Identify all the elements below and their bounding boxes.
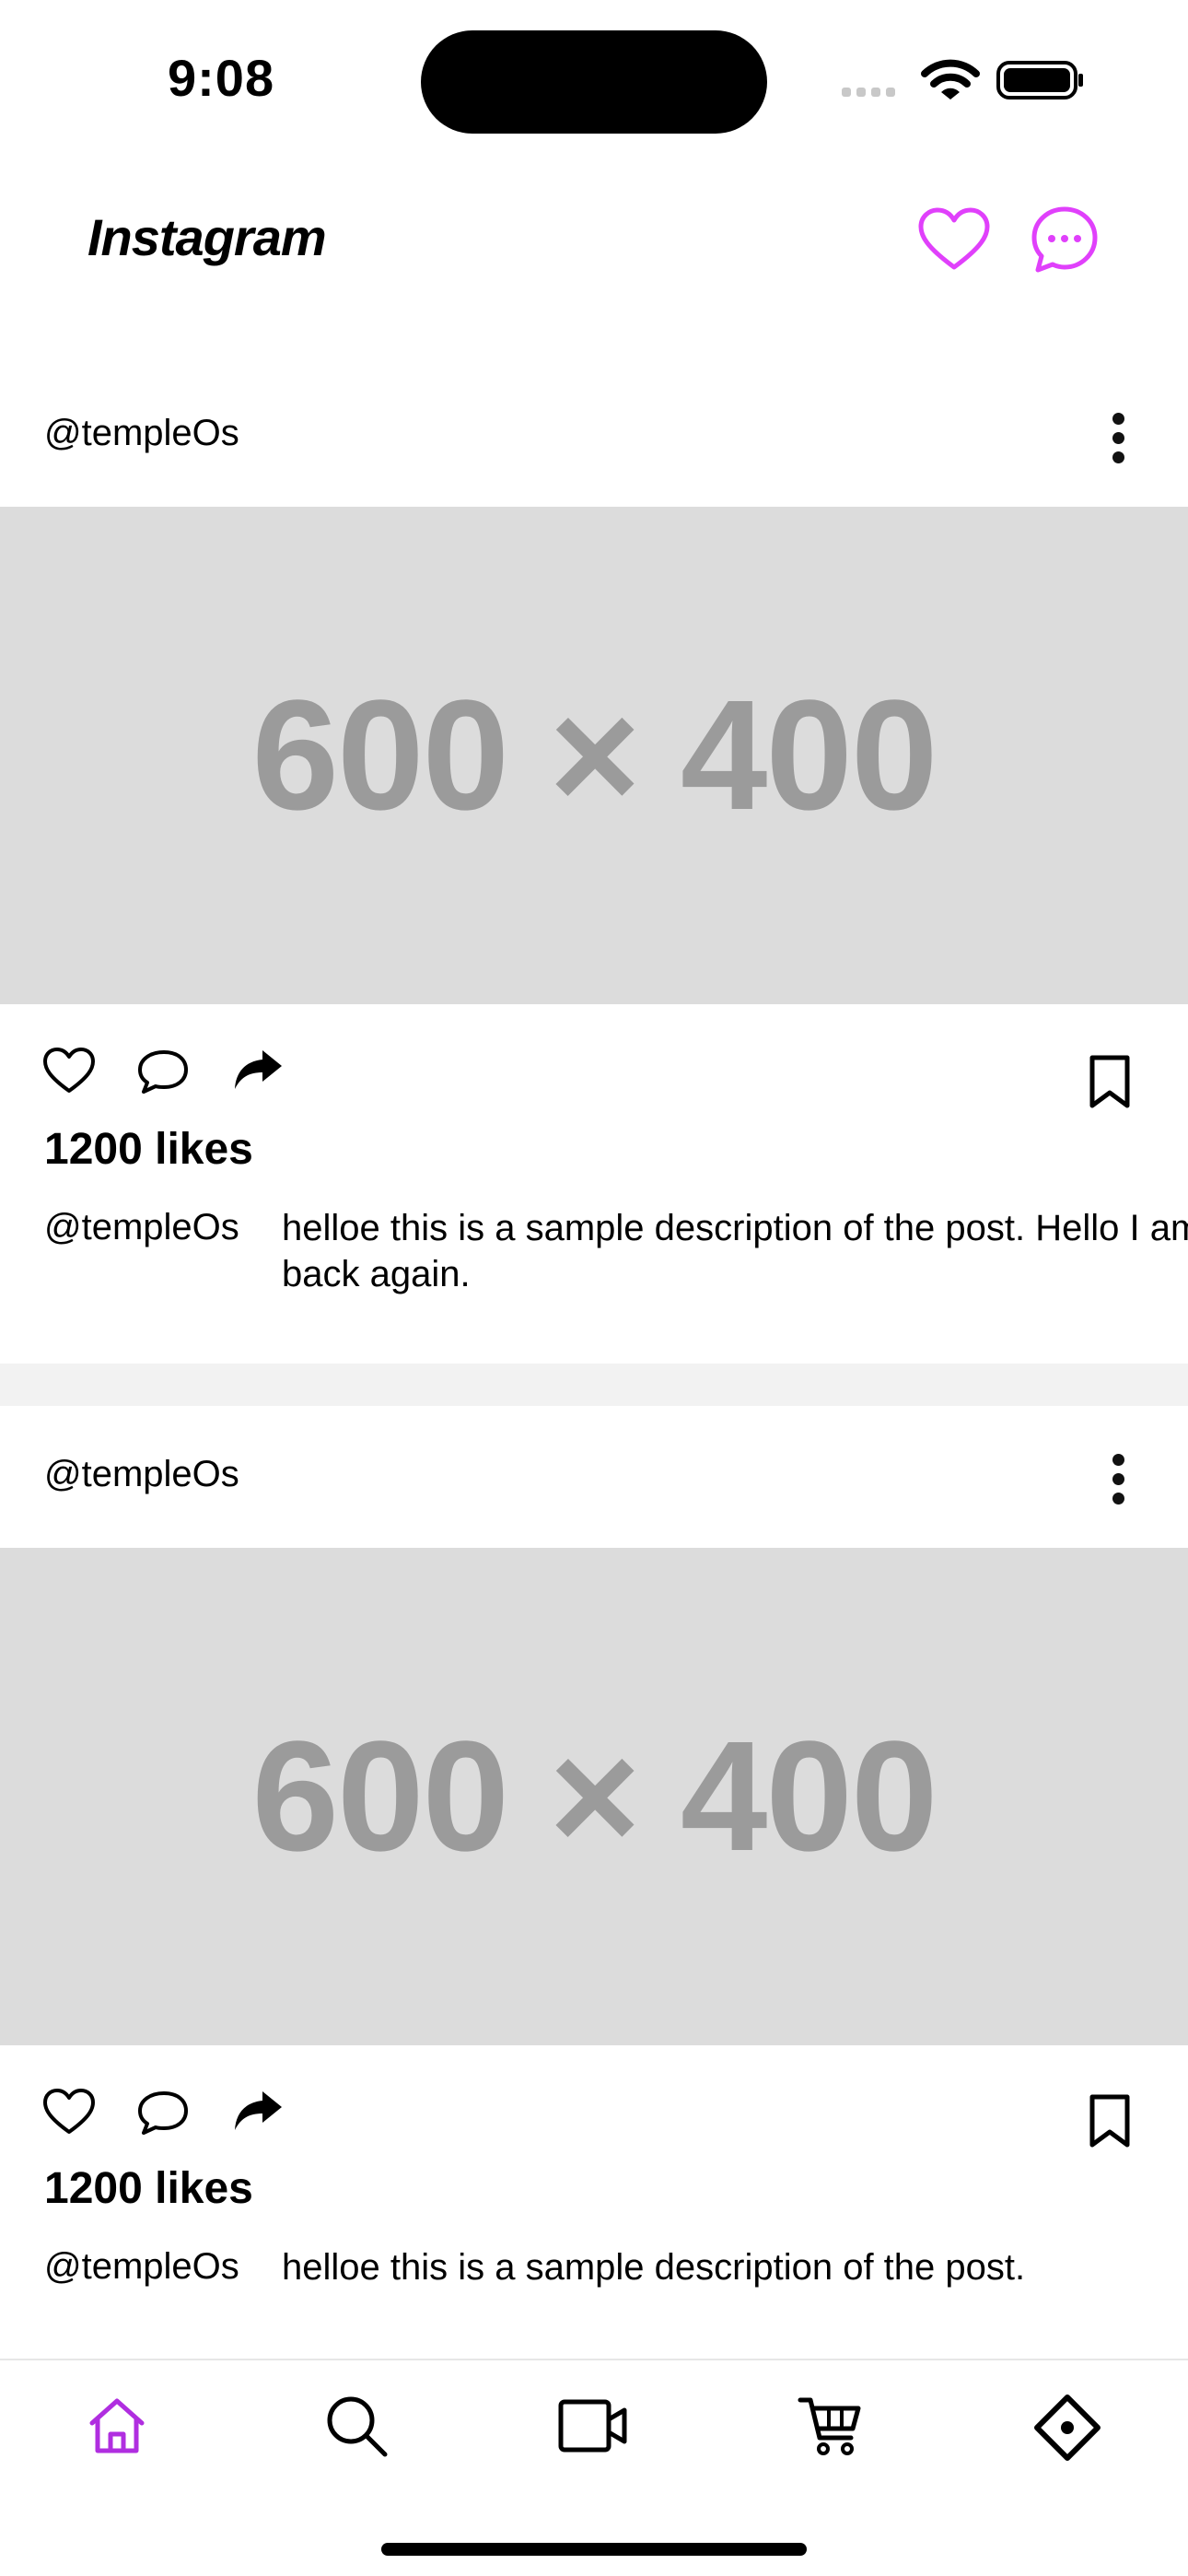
share-arrow-icon[interactable] bbox=[232, 2088, 284, 2134]
image-placeholder-text: 600 × 400 bbox=[251, 668, 938, 843]
search-icon[interactable] bbox=[324, 2394, 389, 2458]
caption-username[interactable]: @templeOs bbox=[44, 1207, 239, 1248]
wifi-icon bbox=[921, 59, 980, 100]
post-username[interactable]: @templeOs bbox=[44, 413, 239, 454]
more-options-icon[interactable] bbox=[1111, 1454, 1125, 1505]
post-divider bbox=[0, 1364, 1188, 1406]
dynamic-island bbox=[421, 30, 767, 134]
like-heart-icon[interactable] bbox=[42, 1047, 96, 1095]
bookmark-icon[interactable] bbox=[1087, 2093, 1133, 2149]
caption-body: helloe this is a sample description of t… bbox=[282, 2247, 1026, 2288]
home-indicator bbox=[381, 2543, 807, 2556]
comment-icon[interactable] bbox=[136, 2090, 190, 2136]
caption-username[interactable]: @templeOs bbox=[44, 2246, 239, 2288]
caption-text: helloe this is a sample description of t… bbox=[282, 2244, 1188, 2290]
cart-icon[interactable] bbox=[798, 2395, 862, 2456]
bottom-nav-border bbox=[0, 2359, 1188, 2360]
messages-chat-icon[interactable] bbox=[1030, 205, 1100, 275]
more-options-icon[interactable] bbox=[1111, 413, 1125, 464]
caption-text: helloe this is a sample description of t… bbox=[282, 1205, 1188, 1297]
home-icon[interactable] bbox=[87, 2395, 147, 2456]
status-time: 9:08 bbox=[168, 49, 275, 107]
notifications-heart-icon[interactable] bbox=[917, 206, 991, 273]
post-username[interactable]: @templeOs bbox=[44, 1454, 239, 1495]
bookmark-icon[interactable] bbox=[1087, 1054, 1133, 1109]
likes-count: 1200 likes bbox=[44, 2164, 253, 2213]
post-image: 600 × 400 bbox=[0, 507, 1188, 1004]
share-arrow-icon[interactable] bbox=[232, 1047, 284, 1093]
caption-body: helloe this is a sample description of t… bbox=[282, 1208, 1188, 1294]
app-title: Instagram bbox=[87, 208, 327, 266]
like-heart-icon[interactable] bbox=[42, 2088, 96, 2136]
video-icon[interactable] bbox=[558, 2399, 628, 2453]
signal-icon bbox=[842, 85, 901, 101]
battery-icon bbox=[996, 61, 1083, 100]
post-image: 600 × 400 bbox=[0, 1548, 1188, 2045]
likes-count: 1200 likes bbox=[44, 1125, 253, 1174]
directions-icon[interactable] bbox=[1033, 2394, 1101, 2462]
image-placeholder-text: 600 × 400 bbox=[251, 1709, 938, 1884]
comment-icon[interactable] bbox=[136, 1048, 190, 1095]
